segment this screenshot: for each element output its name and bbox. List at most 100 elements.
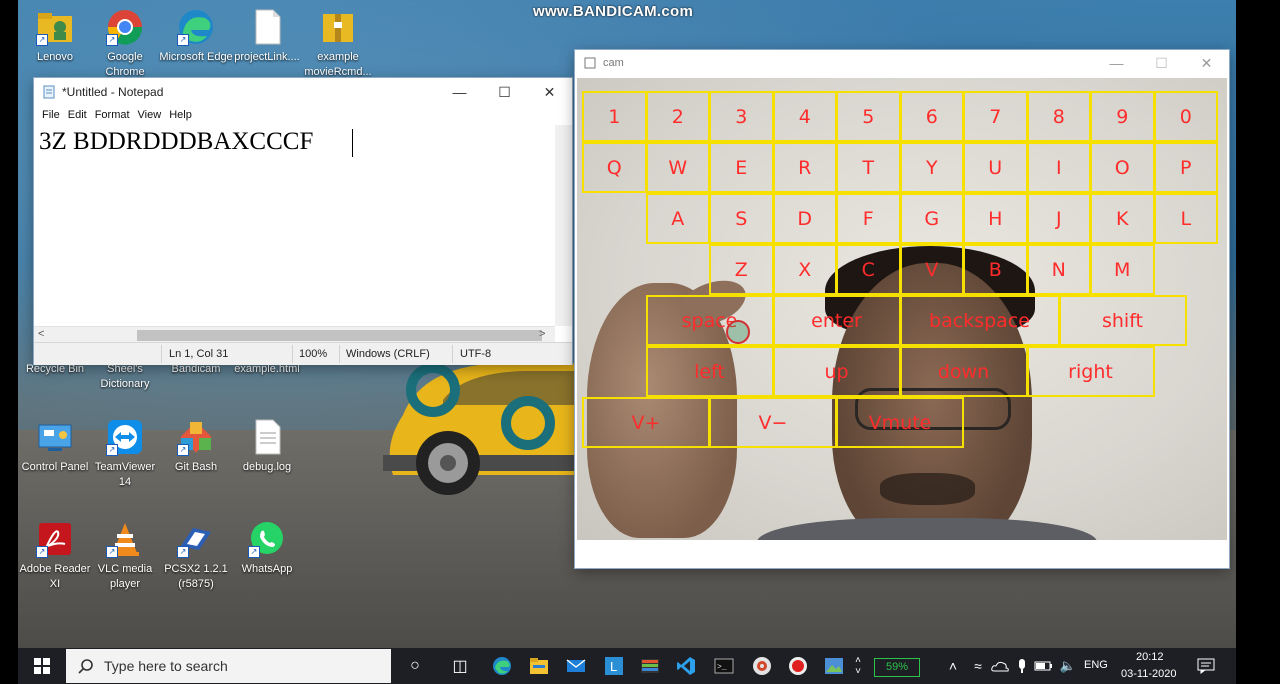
key-7[interactable]: 7 (963, 91, 1028, 142)
key-i[interactable]: I (1026, 142, 1091, 193)
key-2[interactable]: 2 (645, 91, 710, 142)
scroll-left-icon[interactable]: < (38, 328, 44, 340)
key-backspace[interactable]: backspace (899, 295, 1060, 346)
media-app-icon[interactable] (750, 654, 774, 678)
mail-icon[interactable] (564, 654, 588, 678)
key-m[interactable]: M (1090, 244, 1155, 295)
start-button[interactable] (18, 648, 66, 684)
key-9[interactable]: 9 (1090, 91, 1155, 142)
key-enter[interactable]: enter (772, 295, 901, 346)
desktop-icon-vlc[interactable]: ↗ VLC media player (88, 520, 162, 592)
key-k[interactable]: K (1090, 193, 1155, 244)
onedrive-icon[interactable] (988, 654, 1012, 678)
key-5[interactable]: 5 (836, 91, 901, 142)
key-a[interactable]: A (645, 193, 710, 244)
cam-titlebar[interactable]: cam — ☐ ✕ (575, 50, 1229, 76)
key-8[interactable]: 8 (1026, 91, 1091, 142)
desktop-icon-whatsapp[interactable]: ↗ WhatsApp (230, 520, 304, 577)
battery-percent-badge[interactable]: 59% (874, 658, 920, 677)
desktop-icon-projectlink[interactable]: projectLink.... (230, 8, 304, 65)
record-app-icon[interactable] (786, 654, 810, 678)
key-s[interactable]: S (709, 193, 774, 244)
desktop-icon-teamviewer[interactable]: ↗ TeamViewer 14 (88, 418, 162, 490)
menu-format[interactable]: Format (95, 109, 130, 121)
key-up[interactable]: up (772, 346, 901, 397)
key-u[interactable]: U (963, 142, 1028, 193)
key-4[interactable]: 4 (772, 91, 837, 142)
desktop-icon-edge[interactable]: ↗ Microsoft Edge (159, 8, 233, 65)
desktop-icon-chrome[interactable]: ↗ Google Chrome (88, 8, 162, 80)
key-0[interactable]: 0 (1153, 91, 1218, 142)
key-l[interactable]: L (1153, 193, 1218, 244)
task-view-icon[interactable]: ◫ (448, 654, 472, 678)
key-volume-up[interactable]: V+ (582, 397, 710, 448)
notepad-window[interactable]: *Untitled - Notepad — ☐ ✕ File Edit Form… (34, 78, 572, 365)
desktop-icon-lenovo[interactable]: ↗ Lenovo (18, 8, 92, 65)
scroll-right-icon[interactable]: > (539, 328, 545, 340)
language-indicator[interactable]: ENG (1084, 659, 1108, 671)
key-1[interactable]: 1 (582, 91, 647, 142)
maximize-button[interactable]: ☐ (1139, 49, 1184, 77)
app-color-icon[interactable] (638, 654, 662, 678)
key-d[interactable]: D (772, 193, 837, 244)
lync-icon[interactable]: L (602, 654, 626, 678)
notepad-titlebar[interactable]: *Untitled - Notepad — ☐ ✕ (34, 78, 572, 106)
vscode-icon[interactable] (674, 654, 698, 678)
close-button[interactable]: ✕ (527, 78, 572, 106)
close-button[interactable]: ✕ (1184, 49, 1229, 77)
key-r[interactable]: R (772, 142, 837, 193)
key-volume-mute[interactable]: Vmute (836, 397, 964, 448)
chevron-up-icon[interactable]: ˄ ˅ (852, 654, 864, 678)
key-j[interactable]: J (1026, 193, 1091, 244)
tray-expand-icon[interactable]: ˄ (941, 654, 965, 678)
menu-view[interactable]: View (138, 109, 162, 121)
menu-edit[interactable]: Edit (68, 109, 87, 121)
key-left[interactable]: left (645, 346, 774, 397)
minimize-button[interactable]: — (437, 78, 482, 106)
key-c[interactable]: C (836, 244, 901, 295)
edge-taskbar-icon[interactable] (490, 654, 514, 678)
notepad-text-area[interactable]: 3Z BDDRDDDBAXCCCF (39, 128, 313, 156)
network-icon[interactable]: ≈ (966, 654, 990, 678)
key-volume-down[interactable]: V− (709, 397, 837, 448)
maximize-button[interactable]: ☐ (482, 78, 527, 106)
desktop-icon-adobe-reader[interactable]: ↗ Adobe Reader XI (18, 520, 92, 592)
menu-help[interactable]: Help (169, 109, 192, 121)
image-app-icon[interactable] (822, 654, 846, 678)
key-b[interactable]: B (963, 244, 1028, 295)
notification-icon[interactable] (1194, 654, 1218, 678)
file-explorer-icon[interactable] (527, 654, 551, 678)
key-6[interactable]: 6 (899, 91, 964, 142)
key-e[interactable]: E (709, 142, 774, 193)
terminal-icon[interactable]: >_ (712, 654, 736, 678)
key-z[interactable]: Z (709, 244, 774, 295)
desktop-icon-debug-log[interactable]: debug.log (230, 418, 304, 475)
key-y[interactable]: Y (899, 142, 964, 193)
key-right[interactable]: right (1026, 346, 1155, 397)
key-space[interactable]: space (645, 295, 774, 346)
cortana-icon[interactable]: ○ (403, 654, 427, 678)
microphone-icon[interactable] (1010, 654, 1034, 678)
desktop-icon-sheels-dictionary[interactable]: Sheel's Dictionary (88, 362, 162, 392)
key-x[interactable]: X (772, 244, 837, 295)
scrollbar-thumb[interactable] (137, 330, 542, 341)
desktop-icon-pcsx2[interactable]: ↗ PCSX2 1.2.1 (r5875) (159, 520, 233, 592)
key-down[interactable]: down (899, 346, 1028, 397)
battery-icon[interactable] (1032, 654, 1056, 678)
vertical-scrollbar[interactable] (555, 125, 572, 326)
minimize-button[interactable]: — (1094, 49, 1139, 77)
key-3[interactable]: 3 (709, 91, 774, 142)
clock-date[interactable]: 03-11-2020 (1121, 668, 1176, 680)
clock-time[interactable]: 20:12 (1136, 651, 1164, 663)
desktop-icon-git-bash[interactable]: ↗ Git Bash (159, 418, 233, 475)
key-f[interactable]: F (836, 193, 901, 244)
key-n[interactable]: N (1026, 244, 1091, 295)
key-shift[interactable]: shift (1058, 295, 1187, 346)
key-o[interactable]: O (1090, 142, 1155, 193)
cam-window[interactable]: cam — ☐ ✕ 1234567890 QWERTYUIOP ASDFGHJKL Z… (575, 50, 1229, 568)
desktop-icon-example-movie[interactable]: example movieRcmd... (301, 8, 375, 80)
key-w[interactable]: W (645, 142, 710, 193)
key-t[interactable]: T (836, 142, 901, 193)
taskbar-search[interactable]: Type here to search (66, 649, 391, 683)
horizontal-scrollbar[interactable]: < > (34, 326, 555, 343)
